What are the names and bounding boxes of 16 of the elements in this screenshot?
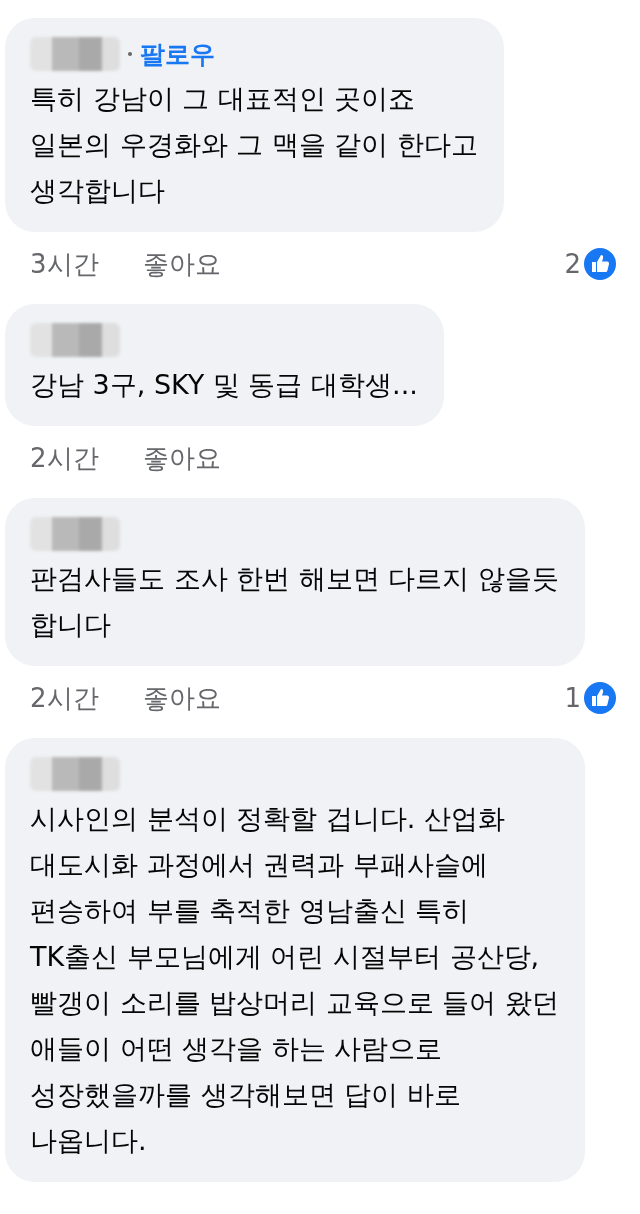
comment-text: 강남 3구, SKY 및 동급 대학생... [30, 368, 418, 402]
reaction-count: 1 [564, 683, 581, 713]
like-button[interactable]: 좋아요 [142, 680, 221, 716]
comment-text: 시사인의 분석이 정확할 겁니다. 산업화 대도시화 과정에서 권력과 부패사슬에 편승하여 부를 축적한 영남출신 특히 TK출신 부모님에게 어린 시절부터 공산당, 빨갱이 소리를 밥상머리 교육으로 들어 왔던 애들이 어떤 생각을 하는 사람으로 성장했을까를 생각해보면 답이 바로 나옵니다. [30, 802, 559, 1158]
follow-link[interactable]: 팔로우 [140, 37, 215, 71]
thumbs-up-icon [584, 682, 616, 714]
reaction-count: 2 [564, 249, 581, 279]
timestamp: 2시간 [30, 441, 99, 475]
like-button[interactable]: 좋아요 [142, 246, 221, 282]
thumbs-up-icon [584, 248, 616, 280]
like-button[interactable]: 좋아요 [142, 440, 221, 476]
separator-dot [128, 52, 132, 56]
comment-text: 판검사들도 조사 한번 해보면 다르지 않을듯 합니다 [30, 562, 559, 642]
timestamp: 3시간 [30, 247, 99, 281]
comment-text: 특히 강남이 그 대표적인 곳이죠 일본의 우경화와 그 맥을 같이 한다고 생각합니다 [30, 82, 478, 208]
timestamp: 2시간 [30, 681, 99, 715]
